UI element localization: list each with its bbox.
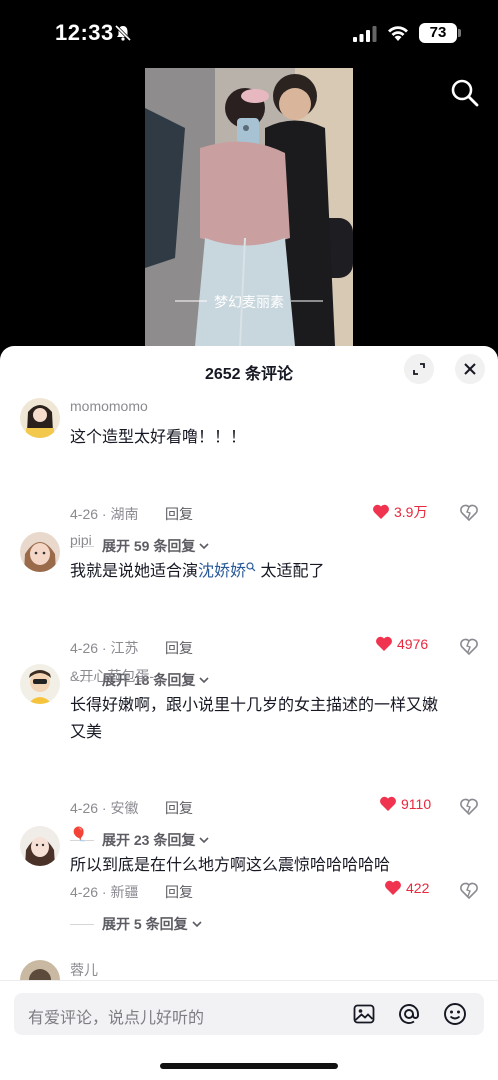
video-frame-image: 梦幻麦丽素 xyxy=(145,68,353,346)
dislike-icon[interactable] xyxy=(459,636,479,656)
comments-panel: 2652 条评论 momomomo 这个造型太好看噜！！！ 4-26 · 湖南 … xyxy=(0,346,498,1080)
image-icon[interactable] xyxy=(352,1002,376,1026)
chevron-down-icon xyxy=(199,677,209,684)
divider-line xyxy=(70,923,94,925)
dislike-icon[interactable] xyxy=(459,880,479,900)
comment-username[interactable]: &开心荷包蛋- xyxy=(70,666,154,686)
heart-icon xyxy=(376,636,392,651)
comment-text: 所以到底是在什么地方啊这么震惊哈哈哈哈哈 xyxy=(70,857,391,874)
emoji-icon[interactable] xyxy=(443,1002,467,1026)
avatar[interactable] xyxy=(20,826,60,866)
avatar[interactable] xyxy=(20,664,60,704)
comment-text: 这个造型太好看噜！！！ xyxy=(70,429,247,446)
like-count: 3.9万 xyxy=(394,504,428,520)
dislike-icon[interactable] xyxy=(459,796,479,816)
reply-button[interactable]: 回复 xyxy=(165,504,193,524)
expand-replies-label: 展开 23 条回复 xyxy=(102,832,196,848)
chevron-down-icon xyxy=(199,837,209,844)
comment-text-part: 太适配了 xyxy=(256,563,325,580)
comment-text: 长得好嫩啊，跟小说里十几岁的女主描述的一样又嫩又美 xyxy=(70,697,439,741)
like-count: 422 xyxy=(406,880,430,896)
avatar[interactable] xyxy=(20,532,60,572)
close-icon xyxy=(464,363,476,375)
like-button[interactable]: 422 xyxy=(384,880,429,896)
search-icon xyxy=(246,562,256,572)
status-time: 12:33 xyxy=(55,20,114,45)
comment-username[interactable]: pipi xyxy=(70,532,92,548)
like-button[interactable]: 3.9万 xyxy=(372,502,427,522)
expand-replies-button[interactable]: 展开 5 条回复 xyxy=(70,914,203,934)
like-count: 9110 xyxy=(401,796,432,812)
comment-meta: 4-26 · 湖南 xyxy=(70,506,139,522)
like-count: 4976 xyxy=(397,636,429,652)
expand-replies-label: 展开 5 条回复 xyxy=(102,916,188,932)
heart-icon xyxy=(380,796,396,811)
bell-off-icon xyxy=(114,24,132,42)
comment-text-part: 我就是说她适合演 xyxy=(70,563,199,580)
chevron-down-icon xyxy=(199,543,209,550)
comment-username[interactable]: 蓉儿 xyxy=(70,960,98,980)
search-icon[interactable] xyxy=(450,78,480,108)
comment-input[interactable]: 有爱评论，说点儿好听的 xyxy=(14,993,484,1035)
expand-replies-label: 展开 59 条回复 xyxy=(102,538,196,554)
heart-icon xyxy=(385,880,401,895)
comment-meta: 4-26 · 安徽 xyxy=(70,800,139,816)
like-button[interactable]: 4976 xyxy=(375,636,428,652)
dislike-icon[interactable] xyxy=(459,502,479,522)
close-button[interactable] xyxy=(455,354,485,384)
home-indicator xyxy=(160,1063,338,1069)
mention-icon[interactable] xyxy=(397,1002,421,1026)
comment-meta: 4-26 · 江苏 xyxy=(70,640,139,656)
comment-meta: 4-26 · 新疆 xyxy=(70,884,139,900)
comment-text: 我就是说她适合演沈娇娇 太适配了 xyxy=(70,558,430,585)
comment-input-placeholder: 有爱评论，说点儿好听的 xyxy=(28,1010,205,1027)
wifi-icon xyxy=(388,26,408,41)
heart-icon xyxy=(373,504,389,519)
battery-indicator: 73 xyxy=(419,23,457,43)
battery-cap xyxy=(458,29,461,37)
reply-button[interactable]: 回复 xyxy=(165,882,193,902)
comment-username[interactable]: 🎈 xyxy=(70,826,87,843)
video-caption: 梦幻麦丽素 xyxy=(214,295,284,311)
like-button[interactable]: 9110 xyxy=(379,796,431,812)
expand-replies-button[interactable]: 展开 23 条回复 xyxy=(70,830,210,850)
expand-button[interactable] xyxy=(404,354,434,384)
comment-username[interactable]: momomomo xyxy=(70,398,148,414)
video-player[interactable]: 梦幻麦丽素 xyxy=(145,68,353,346)
signal-icon xyxy=(353,26,377,42)
status-bar: 12:33 73 xyxy=(0,0,498,66)
expand-icon xyxy=(413,363,425,375)
chevron-down-icon xyxy=(192,921,202,928)
hashtag-link[interactable]: 沈娇娇 xyxy=(198,563,246,580)
reply-button[interactable]: 回复 xyxy=(165,638,193,658)
reply-button[interactable]: 回复 xyxy=(165,798,193,818)
avatar[interactable] xyxy=(20,398,60,438)
